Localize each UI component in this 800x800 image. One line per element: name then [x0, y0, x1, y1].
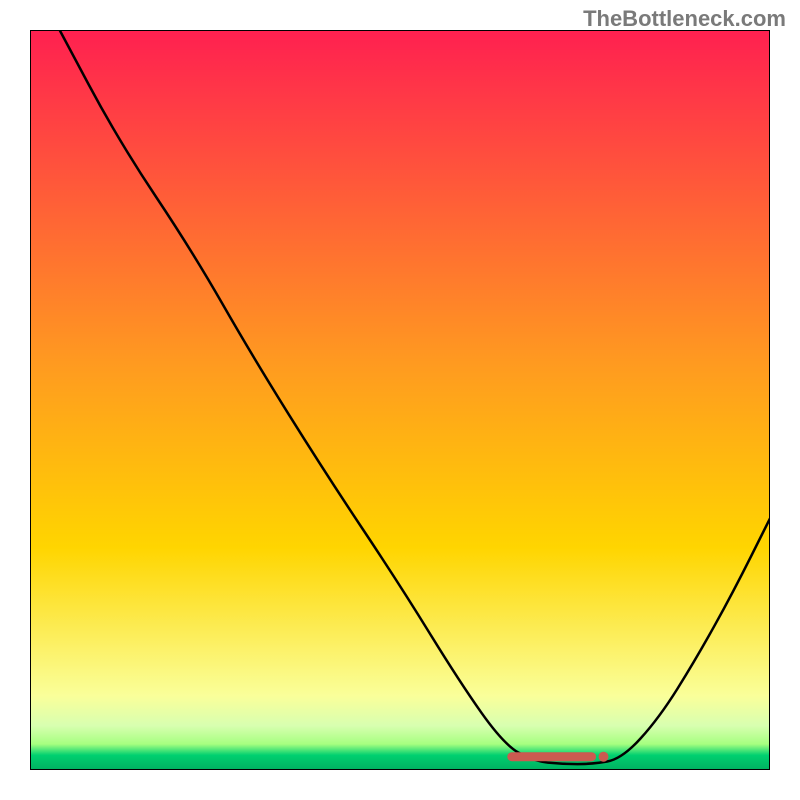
- chart-background: [30, 30, 770, 770]
- chart-svg: [30, 30, 770, 770]
- bottleneck-chart: [30, 30, 770, 770]
- marker-band: [507, 752, 596, 761]
- attribution-text: TheBottleneck.com: [583, 6, 786, 32]
- marker-end-dot: [599, 752, 609, 762]
- optimal-range-marker: [507, 752, 608, 762]
